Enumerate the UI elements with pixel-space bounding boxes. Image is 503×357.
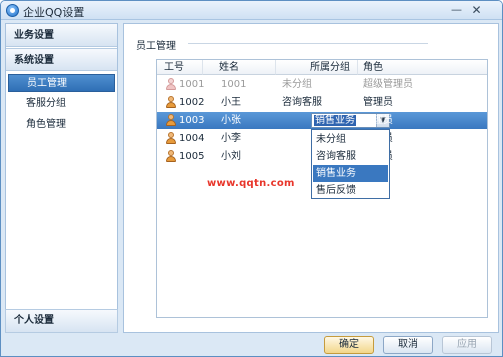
staff-table: 工号 姓名 所属分组 角色 1001 1001 未分组 超级管理员 1002 小… (156, 59, 488, 318)
column-header-role[interactable]: 角色 (358, 60, 487, 75)
cell-id: 1002 (179, 97, 205, 108)
window-title: 企业QQ设置 (23, 6, 85, 19)
cell-name: 1001 (221, 79, 247, 90)
dropdown-option-consulting[interactable]: 咨询客服 (313, 148, 388, 165)
dropdown-option-ungrouped[interactable]: 未分组 (313, 131, 388, 148)
cell-role: 管理员 (363, 115, 393, 126)
dropdown-option-sales[interactable]: 销售业务 (313, 165, 388, 182)
settings-sidebar: 业务设置 系统设置 员工管理 客服分组 角色管理 (5, 23, 118, 333)
table-row-selected[interactable]: 1003 小张 销售业务 ▼ 管理员 (157, 112, 487, 129)
dropdown-option-aftersales[interactable]: 售后反馈 (313, 182, 388, 199)
cell-group: 咨询客服 (282, 97, 322, 108)
table-row[interactable]: 1002 小王 咨询客服 管理员 (157, 94, 487, 111)
group-select-value: 销售业务 (314, 115, 356, 126)
qq-logo-icon (6, 4, 19, 17)
user-icon (165, 132, 177, 145)
column-header-group[interactable]: 所属分组 (276, 60, 358, 75)
minimize-button[interactable]: — (449, 3, 464, 17)
cell-name: 小张 (221, 115, 241, 126)
cell-name: 小王 (221, 97, 241, 108)
site-watermark: www.qqtn.com (207, 178, 295, 189)
cell-id: 1005 (179, 151, 205, 162)
user-icon (165, 96, 177, 109)
user-icon (165, 114, 177, 127)
cell-id: 1004 (179, 133, 205, 144)
ok-button[interactable]: 确定 (324, 336, 374, 354)
sidebar-item-staff-management[interactable]: 员工管理 (8, 74, 115, 92)
main-panel: 员工管理 工号 姓名 所属分组 角色 1001 1001 未分组 超级管理员 1… (123, 23, 499, 333)
close-button[interactable]: ✕ (469, 3, 484, 17)
category-system-settings[interactable]: 系统设置 (6, 48, 117, 71)
user-icon (165, 150, 177, 163)
dialog-footer: 确定 取消 应用 (1, 334, 502, 356)
group-divider (188, 43, 428, 44)
cell-role: 管理员 (363, 97, 393, 108)
cell-id: 1001 (179, 79, 205, 90)
sidebar-item-role-management[interactable]: 角色管理 (8, 116, 115, 134)
settings-window: 企业QQ设置 — ✕ 业务设置 系统设置 员工管理 客服分组 角色管理 个人设置… (0, 0, 503, 357)
cell-group: 未分组 (282, 79, 312, 90)
cell-id: 1003 (179, 115, 205, 126)
table-row[interactable]: 1001 1001 未分组 超级管理员 (157, 76, 487, 93)
cell-name: 小李 (221, 133, 241, 144)
sidebar-item-service-groups[interactable]: 客服分组 (8, 95, 115, 113)
cell-name: 小刘 (221, 151, 241, 162)
user-icon (165, 78, 177, 91)
column-header-id[interactable]: 工号 (157, 60, 203, 75)
category-business-settings[interactable]: 业务设置 (6, 24, 117, 47)
column-header-name[interactable]: 姓名 (203, 60, 276, 75)
category-personal-settings[interactable]: 个人设置 (5, 309, 118, 333)
cell-role: 超级管理员 (363, 79, 413, 90)
group-dropdown-list: 未分组 咨询客服 销售业务 售后反馈 (311, 129, 390, 199)
section-title: 员工管理 (136, 37, 180, 52)
apply-button[interactable]: 应用 (442, 336, 492, 354)
cancel-button[interactable]: 取消 (383, 336, 433, 354)
title-bar[interactable]: 企业QQ设置 — ✕ (1, 1, 502, 20)
